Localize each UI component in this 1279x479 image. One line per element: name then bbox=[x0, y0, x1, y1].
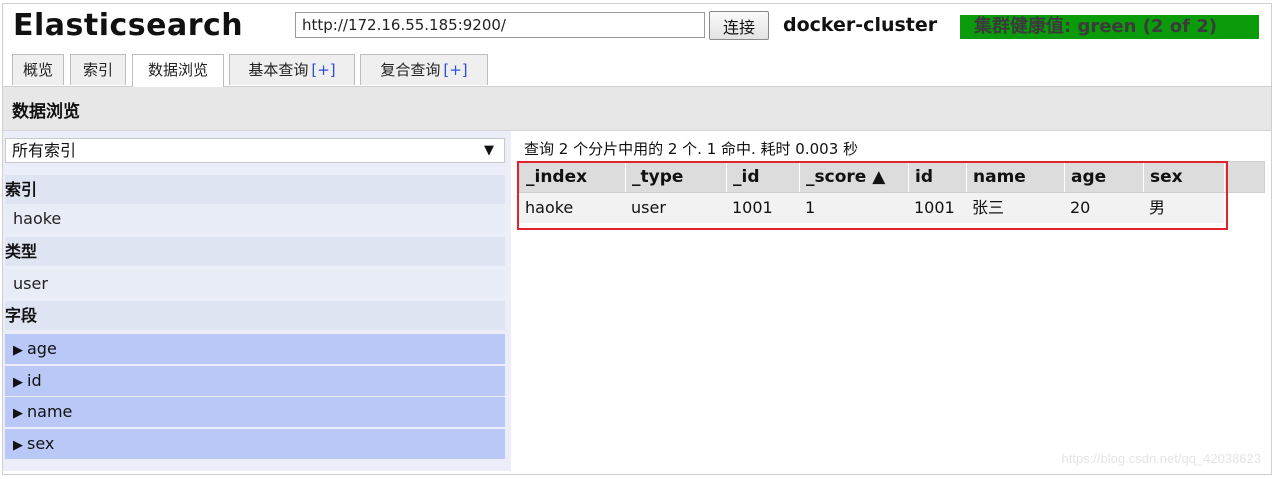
tab-browser[interactable]: 数据浏览 bbox=[132, 54, 224, 87]
field-label: name bbox=[27, 402, 73, 421]
cell-age: 20 bbox=[1070, 198, 1091, 217]
connect-button[interactable]: 连接 bbox=[709, 11, 769, 40]
sidebar-item-index[interactable]: haoke bbox=[5, 204, 505, 233]
sidebar-item-type[interactable]: user bbox=[5, 269, 505, 298]
index-select-value: 所有索引 bbox=[12, 141, 77, 160]
expand-triangle-icon: ▶ bbox=[13, 406, 23, 421]
tab-indices[interactable]: 索引 bbox=[70, 54, 126, 85]
field-item-name[interactable]: ▶ name bbox=[5, 397, 505, 427]
index-group-header: 索引 bbox=[5, 175, 505, 204]
cell-index: haoke bbox=[525, 198, 574, 217]
cell-source-id: 1001 bbox=[914, 198, 955, 217]
column-header-score[interactable]: _score ▲ bbox=[800, 162, 909, 192]
tab-plus: [+] bbox=[311, 61, 336, 79]
column-header-index[interactable]: _index bbox=[520, 162, 626, 192]
tab-plus: [+] bbox=[443, 61, 468, 79]
field-label: sex bbox=[27, 434, 55, 453]
column-header-type[interactable]: _type bbox=[626, 162, 727, 192]
field-label: id bbox=[27, 371, 42, 390]
index-select[interactable]: 所有索引 ▼ bbox=[5, 138, 505, 163]
tab-label: 复合查询 bbox=[380, 61, 441, 79]
cell-sex: 男 bbox=[1149, 198, 1166, 217]
column-header-id[interactable]: _id bbox=[727, 162, 800, 192]
tab-bar: 概览 索引 数据浏览 基本查询 [+] 复合查询 [+] bbox=[3, 50, 1271, 87]
column-header-sex[interactable]: sex bbox=[1144, 162, 1225, 192]
expand-triangle-icon: ▶ bbox=[13, 438, 23, 453]
field-item-age[interactable]: ▶ age bbox=[5, 334, 505, 364]
cell-name: 张三 bbox=[972, 198, 1005, 217]
tab-label: 索引 bbox=[82, 61, 113, 79]
expand-triangle-icon: ▶ bbox=[13, 375, 23, 390]
server-url-input[interactable] bbox=[295, 12, 705, 38]
cell-type: user bbox=[631, 198, 666, 217]
cell-id: 1001 bbox=[732, 198, 773, 217]
column-header-name[interactable]: name bbox=[967, 162, 1065, 192]
sidebar: 所有索引 ▼ 索引 haoke 类型 user 字段 ▶ age ▶ id ▶ nam… bbox=[3, 131, 511, 471]
tab-label: 基本查询 bbox=[248, 61, 309, 79]
type-group-header: 类型 bbox=[5, 237, 505, 266]
column-header-age[interactable]: age bbox=[1065, 162, 1144, 192]
column-header-source-id[interactable]: id bbox=[909, 162, 967, 192]
watermark: https://blog.csdn.net/qq_42038623 bbox=[1061, 451, 1262, 466]
field-item-sex[interactable]: ▶ sex bbox=[5, 429, 505, 459]
field-group-header: 字段 bbox=[5, 301, 505, 330]
tab-overview[interactable]: 概览 bbox=[12, 54, 64, 85]
table-row[interactable]: haoke user 1001 1 1001 张三 20 男 bbox=[519, 193, 1224, 223]
section-bar: 数据浏览 bbox=[3, 87, 1271, 131]
header: Elasticsearch 连接 docker-cluster 集群健康值: g… bbox=[3, 4, 1271, 48]
app-frame: Elasticsearch 连接 docker-cluster 集群健康值: g… bbox=[2, 3, 1272, 475]
tab-label: 数据浏览 bbox=[147, 61, 208, 79]
cell-score: 1 bbox=[805, 198, 816, 217]
cluster-name: docker-cluster bbox=[783, 14, 938, 36]
page-title: 数据浏览 bbox=[12, 102, 80, 122]
field-label: age bbox=[27, 339, 57, 358]
tab-label: 概览 bbox=[22, 61, 53, 79]
tab-compound-query[interactable]: 复合查询 [+] bbox=[360, 54, 488, 85]
app-logo: Elasticsearch bbox=[13, 8, 244, 43]
tab-basic-query[interactable]: 基本查询 [+] bbox=[229, 54, 355, 85]
chevron-down-icon: ▼ bbox=[484, 143, 494, 158]
expand-triangle-icon: ▶ bbox=[13, 343, 23, 358]
table-header: _index _type _id _score ▲ id name age se… bbox=[519, 161, 1265, 193]
query-summary: 查询 2 个分片中用的 2 个. 1 命中. 耗时 0.003 秒 bbox=[524, 140, 859, 158]
field-item-id[interactable]: ▶ id bbox=[5, 366, 505, 396]
cluster-health-badge: 集群健康值: green (2 of 2) bbox=[960, 15, 1259, 39]
